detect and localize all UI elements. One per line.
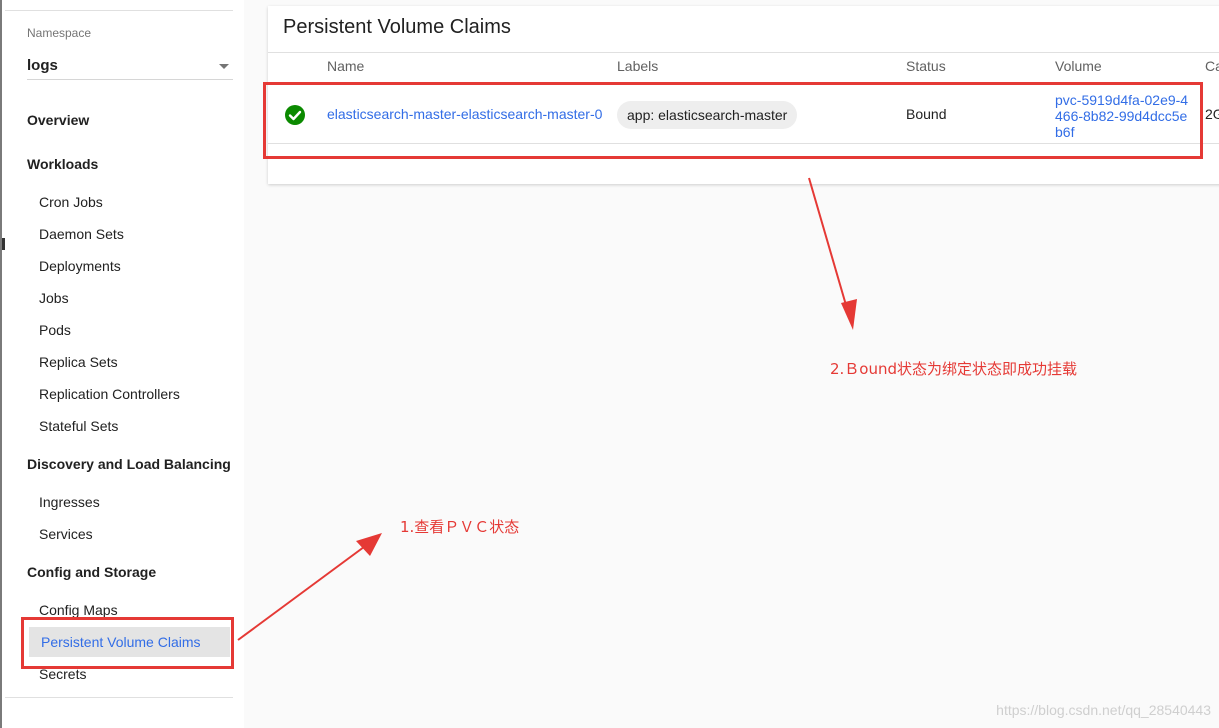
namespace-select[interactable]: logs	[27, 52, 233, 80]
nav-item-replica-sets[interactable]: Replica Sets	[39, 354, 118, 370]
highlight-box-sidebar	[21, 617, 234, 669]
column-header-labels: Labels	[617, 58, 659, 74]
annotation-note-2: 2.Ｂound状态为绑定状态即成功挂载	[830, 360, 1078, 378]
sidebar-divider	[5, 10, 233, 11]
column-header-capacity[interactable]: Ca	[1205, 58, 1219, 74]
namespace-label: Namespace	[27, 26, 92, 40]
namespace-value: logs	[27, 57, 58, 74]
nav-item-daemon-sets[interactable]: Daemon Sets	[39, 226, 124, 242]
nav-item-services[interactable]: Services	[39, 526, 93, 542]
nav-section-config[interactable]: Config and Storage	[27, 564, 156, 580]
watermark: https://blog.csdn.net/qq_28540443	[996, 702, 1211, 718]
nav-item-pods[interactable]: Pods	[39, 322, 71, 338]
sidebar-resize-handle[interactable]	[2, 238, 5, 250]
column-header-name[interactable]: Name	[327, 58, 364, 74]
capacity-value: 2G	[1205, 106, 1219, 122]
nav-section-workloads[interactable]: Workloads	[27, 156, 98, 172]
sidebar-divider	[5, 697, 233, 698]
arrow-1-head	[356, 533, 382, 556]
nav-overview[interactable]: Overview	[27, 112, 89, 128]
nav-item-config-maps[interactable]: Config Maps	[39, 602, 118, 618]
card-divider	[268, 52, 1219, 53]
nav-item-cron-jobs[interactable]: Cron Jobs	[39, 194, 103, 210]
page-title: Persistent Volume Claims	[283, 16, 511, 38]
nav-item-replication-controllers[interactable]: Replication Controllers	[39, 386, 180, 402]
nav-item-stateful-sets[interactable]: Stateful Sets	[39, 418, 118, 434]
arrow-2-head	[841, 299, 857, 330]
column-header-status[interactable]: Status	[906, 58, 946, 74]
nav-section-discovery[interactable]: Discovery and Load Balancing	[27, 456, 231, 472]
annotation-note-1: 1.查看ＰＶＣ状态	[400, 518, 520, 536]
nav-item-deployments[interactable]: Deployments	[39, 258, 121, 274]
arrow-1-shaft	[237, 543, 369, 641]
caret-down-icon	[219, 64, 229, 69]
nav-item-jobs[interactable]: Jobs	[39, 290, 69, 306]
highlight-box-pvc-row	[263, 82, 1203, 159]
nav-item-ingresses[interactable]: Ingresses	[39, 494, 100, 510]
column-header-volume[interactable]: Volume	[1055, 58, 1102, 74]
arrow-2-shaft	[808, 177, 849, 313]
